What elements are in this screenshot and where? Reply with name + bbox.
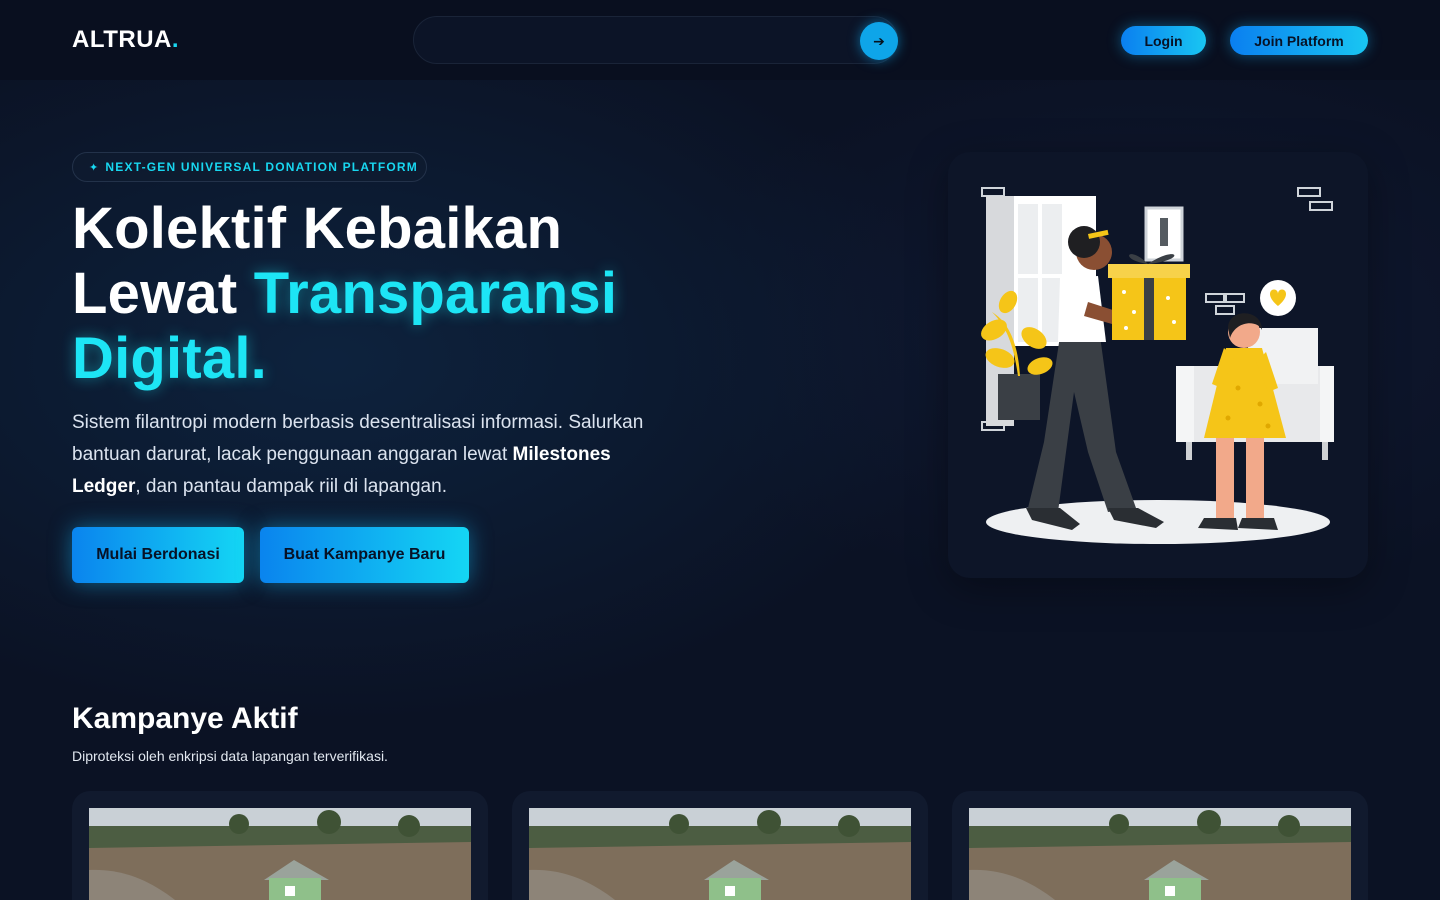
- hero-illustration-card: [948, 152, 1368, 578]
- hero-description: Sistem filantropi modern berbasis desent…: [72, 407, 672, 503]
- campaign-card[interactable]: [512, 791, 928, 900]
- brand-dot: .: [171, 26, 180, 53]
- hero-badge: ✦ NEXT-GEN UNIVERSAL DONATION PLATFORM: [72, 152, 427, 182]
- campaigns-subtitle: Diproteksi oleh enkripsi data lapangan t…: [72, 748, 388, 764]
- brand-logo[interactable]: ALTRUA.: [72, 26, 179, 54]
- flood-photo: [969, 808, 1351, 900]
- login-button[interactable]: Login: [1121, 26, 1206, 55]
- giving-gift-illustration: [981, 187, 1334, 544]
- search-submit-button[interactable]: ➔: [860, 22, 898, 60]
- campaign-card[interactable]: [72, 791, 488, 900]
- page: ALTRUA. ➔ Login Join Platform ✦ NEXT-GEN…: [0, 0, 1440, 900]
- hero-title-line3-accent: Digital.: [72, 326, 267, 391]
- flood-photo: [529, 808, 911, 900]
- hero-title: Kolektif Kebaikan Lewat Transparansi Dig…: [72, 196, 712, 391]
- search-input[interactable]: [434, 27, 854, 55]
- campaigns-title: Kampanye Aktif: [72, 702, 298, 735]
- flood-photo: [89, 808, 471, 900]
- join-platform-button[interactable]: Join Platform: [1230, 26, 1368, 55]
- hero-title-line1: Kolektif Kebaikan: [72, 196, 563, 261]
- navbar: ALTRUA. ➔ Login Join Platform: [0, 0, 1440, 80]
- start-donating-button[interactable]: Mulai Berdonasi: [72, 527, 244, 583]
- arrow-right-icon: ➔: [873, 32, 885, 49]
- hero-title-line2-plain: Lewat: [72, 261, 254, 326]
- brand-name: ALTRUA: [72, 26, 172, 53]
- create-campaign-button[interactable]: Buat Kampanye Baru: [260, 527, 469, 583]
- hero-description-part2: , dan pantau dampak riil di lapangan.: [135, 476, 447, 497]
- campaign-card[interactable]: [952, 791, 1368, 900]
- sparkle-icon: ✦: [89, 161, 100, 174]
- hero-badge-text: NEXT-GEN UNIVERSAL DONATION PLATFORM: [105, 160, 418, 174]
- search-bar: ➔: [413, 16, 898, 64]
- hero-title-line2-accent: Transparansi: [253, 261, 618, 326]
